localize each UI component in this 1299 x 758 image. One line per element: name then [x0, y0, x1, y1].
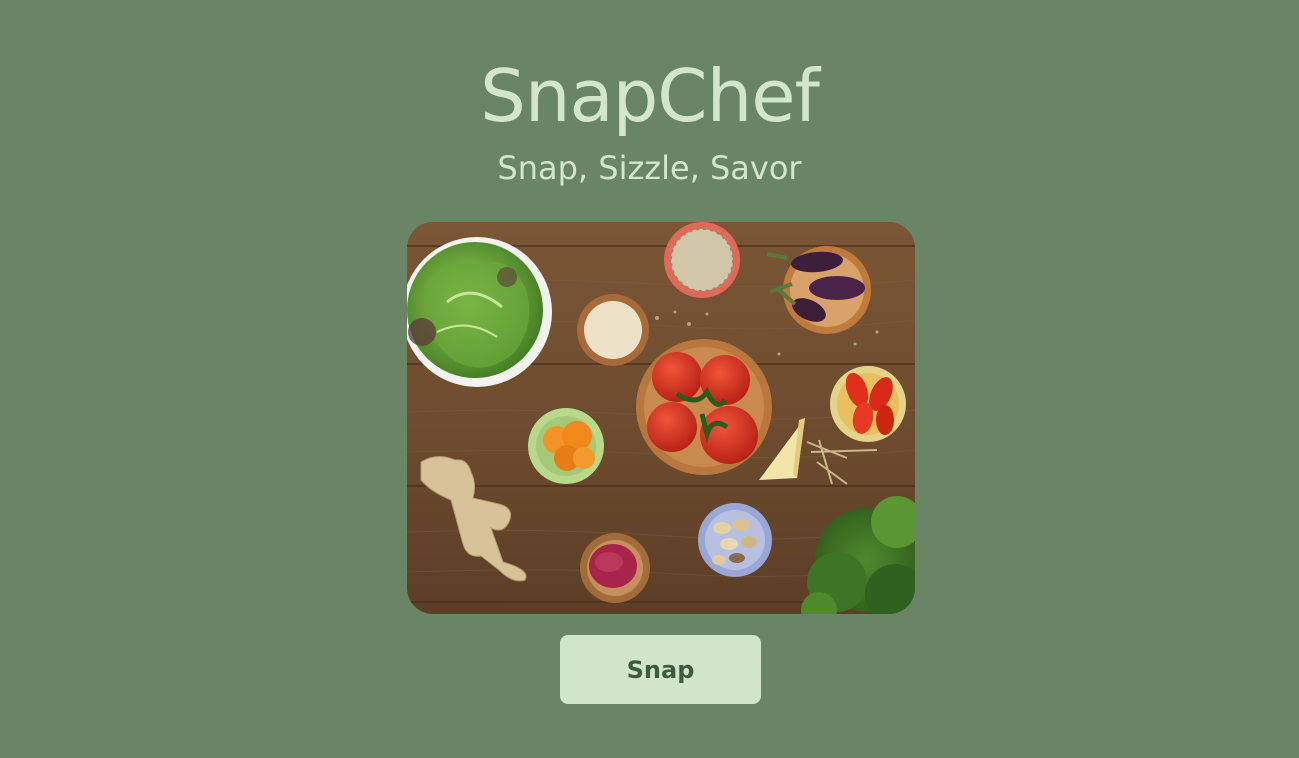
apricots-bowl	[528, 408, 604, 484]
app-tagline: Snap, Sizzle, Savor	[497, 149, 802, 187]
tomatoes-bowl	[636, 339, 772, 475]
nuts-bowl	[698, 503, 772, 577]
seeds-bowl	[664, 222, 740, 298]
hero-food-image	[407, 222, 915, 614]
beet-bowl	[580, 533, 650, 603]
snap-button[interactable]: Snap	[560, 635, 761, 704]
app-title: SnapChef	[480, 54, 820, 138]
peppers-bowl	[830, 366, 906, 442]
quinoa-bowl	[577, 294, 649, 366]
lettuce-bowl	[407, 237, 552, 387]
